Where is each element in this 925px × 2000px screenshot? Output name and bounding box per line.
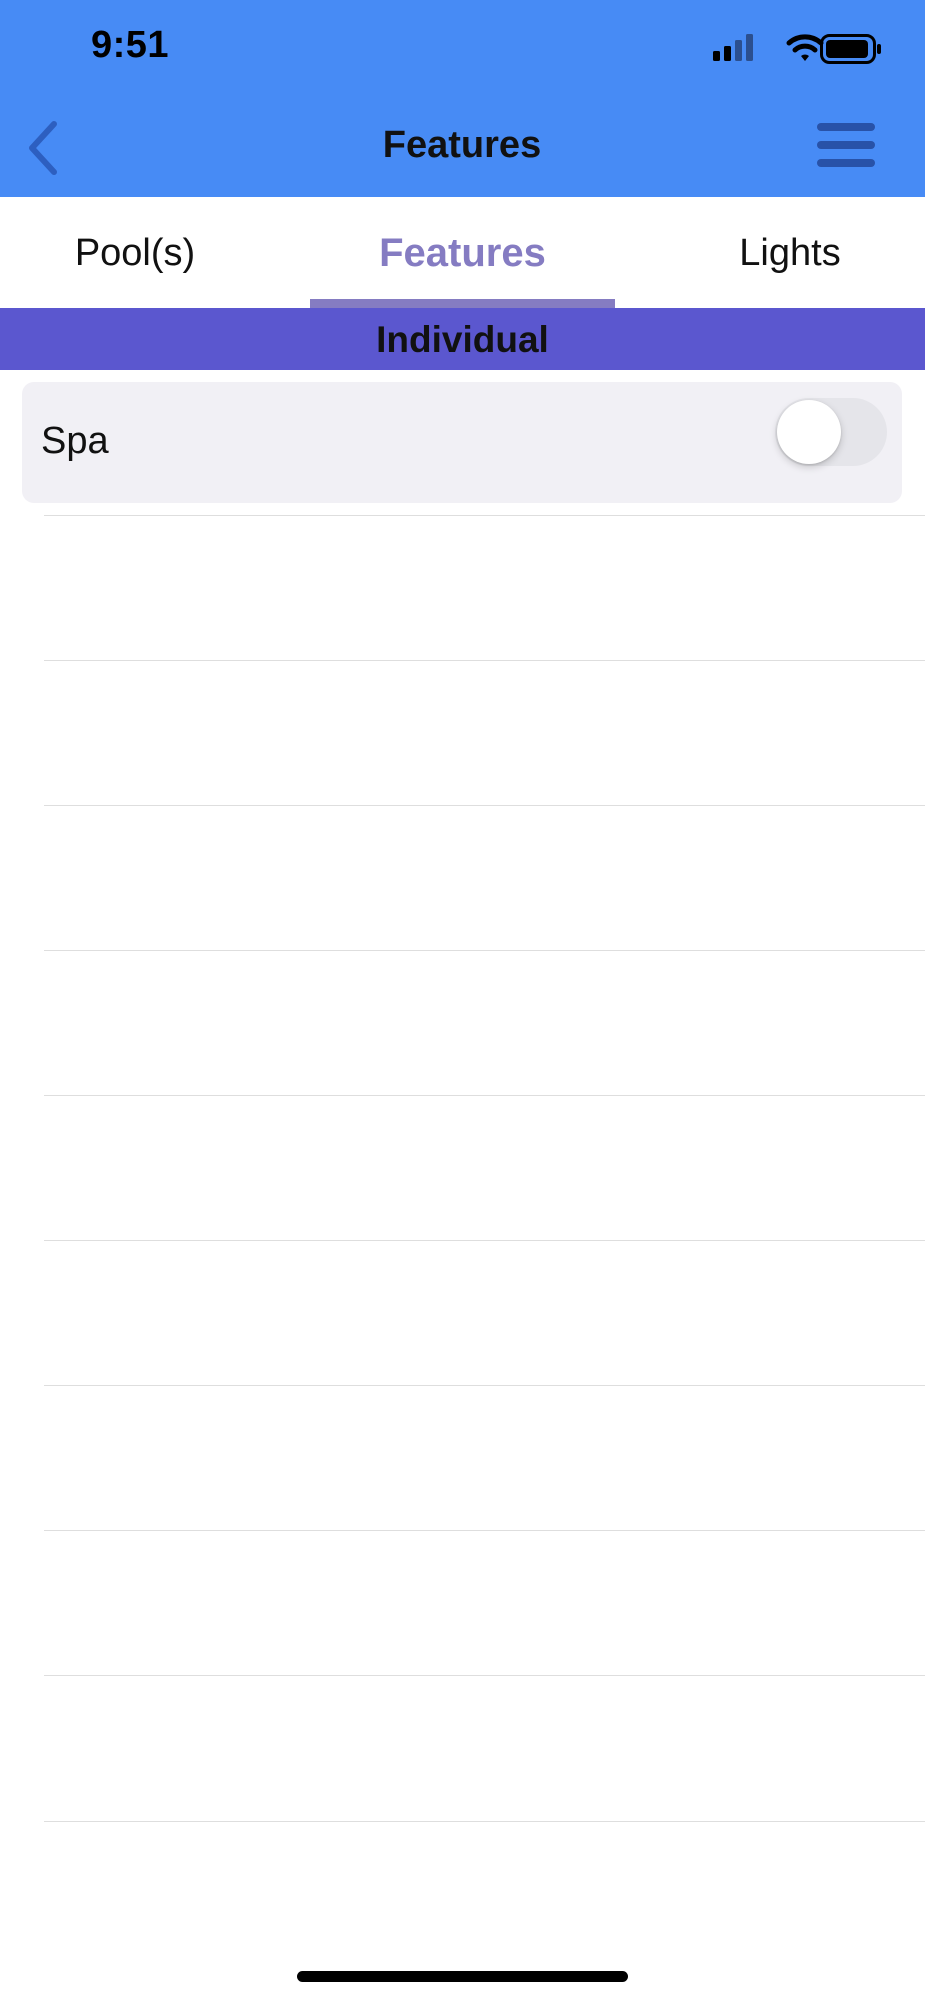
row-divider [44,1095,925,1096]
status-icons [710,32,885,68]
chevron-left-icon [29,121,57,175]
toggle-knob [777,400,841,464]
hamburger-menu-icon [817,123,875,167]
page-title: Features [382,124,542,166]
battery-icon [820,34,881,64]
tab-lights[interactable]: Lights [655,197,925,308]
tab-features[interactable]: Features [310,197,615,308]
row-divider [44,950,925,951]
spa-toggle[interactable] [775,398,887,466]
row-divider [44,1675,925,1676]
tab-pools[interactable]: Pool(s) [0,197,270,308]
row-divider [44,515,925,516]
wifi-icon [786,34,824,61]
feature-row-spa: Spa [22,382,902,503]
status-time: 9:51 [91,24,170,66]
status-indicators-icon [713,34,881,64]
row-divider [44,805,925,806]
row-divider [44,660,925,661]
feature-label: Spa [41,420,109,462]
tab-bar: Pool(s) Features Lights [0,197,925,308]
row-divider [44,1240,925,1241]
menu-button[interactable] [815,121,877,171]
cellular-signal-icon [713,34,753,61]
row-divider [44,1385,925,1386]
row-divider [44,1530,925,1531]
app-header: 9:51 Features [0,0,925,197]
back-button[interactable] [22,118,66,178]
row-divider [44,1821,925,1822]
section-header: Individual [0,308,925,370]
active-tab-indicator [310,299,615,308]
home-indicator [297,1971,628,1982]
